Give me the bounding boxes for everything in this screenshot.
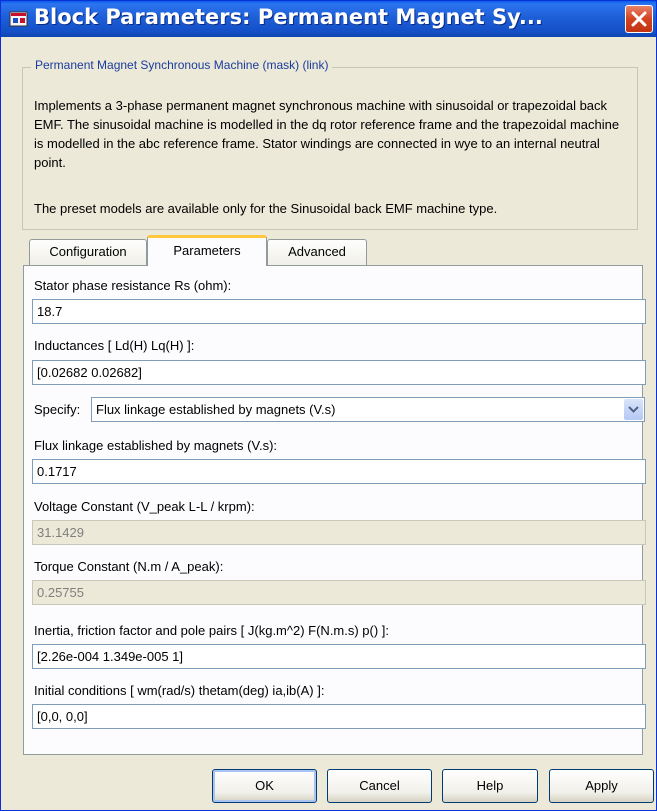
rs-label: Stator phase resistance Rs (ohm):: [34, 278, 232, 293]
tab-configuration[interactable]: Configuration: [29, 239, 147, 266]
mask-description: Implements a 3-phase permanent magnet sy…: [34, 98, 620, 170]
help-button[interactable]: Help: [442, 769, 538, 803]
title-bar[interactable]: Block Parameters: Permanent Magnet Sy...: [1, 1, 656, 37]
inertia-input[interactable]: [2.26e-004 1.349e-005 1]: [32, 644, 646, 669]
chevron-down-icon: [628, 406, 639, 413]
voltage-constant-label: Voltage Constant (V_peak L-L / krpm):: [34, 499, 255, 514]
specify-select[interactable]: Flux linkage established by magnets (V.s…: [91, 397, 645, 422]
inductances-label: Inductances [ Ld(H) Lq(H) ]:: [34, 338, 195, 353]
tab-advanced[interactable]: Advanced: [267, 239, 367, 266]
simulink-block-icon: [9, 11, 28, 27]
rs-input[interactable]: 18.7: [32, 299, 646, 324]
inductances-input[interactable]: [0.02682 0.02682]: [32, 360, 646, 385]
dropdown-button[interactable]: [624, 399, 643, 420]
inertia-label: Inertia, friction factor and pole pairs …: [34, 623, 390, 638]
flux-label: Flux linkage established by magnets (V.s…: [34, 438, 278, 453]
apply-button[interactable]: Apply: [549, 769, 654, 803]
torque-constant-label: Torque Constant (N.m / A_peak):: [34, 559, 224, 574]
specify-selected-value: Flux linkage established by magnets (V.s…: [96, 402, 336, 417]
mask-note: The preset models are available only for…: [34, 201, 498, 216]
block-parameters-dialog: Block Parameters: Permanent Magnet Sy...…: [0, 0, 657, 811]
tab-parameters[interactable]: Parameters: [147, 235, 267, 266]
window-title: Block Parameters: Permanent Magnet Sy...: [34, 5, 543, 29]
specify-label: Specify:: [34, 402, 81, 417]
flux-input[interactable]: 0.1717: [32, 459, 646, 484]
close-icon: [631, 11, 647, 27]
close-button[interactable]: [625, 5, 653, 33]
torque-constant-input: 0.25755: [32, 580, 646, 605]
initial-conditions-input[interactable]: [0,0, 0,0]: [32, 704, 646, 729]
ok-button[interactable]: OK: [212, 769, 317, 803]
initial-conditions-label: Initial conditions [ wm(rad/s) thetam(de…: [34, 683, 325, 698]
cancel-button[interactable]: Cancel: [327, 769, 432, 803]
voltage-constant-input: 31.1429: [32, 520, 646, 545]
mask-title-link[interactable]: Permanent Magnet Synchronous Machine (ma…: [31, 58, 333, 72]
